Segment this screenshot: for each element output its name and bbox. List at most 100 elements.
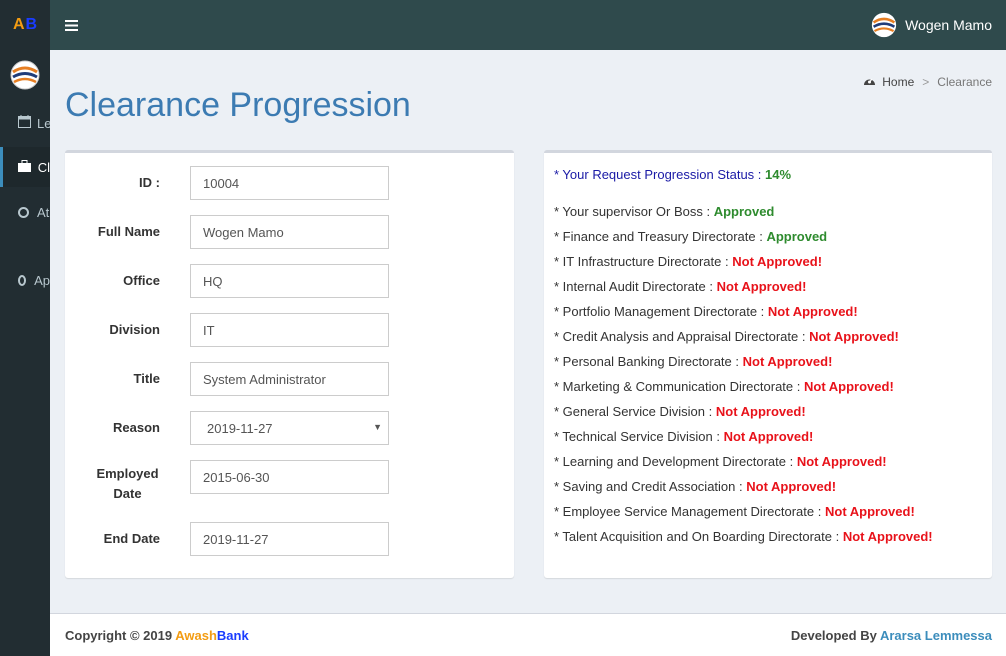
approval-status-item: * Personal Banking Directorate : Not App…	[554, 353, 933, 378]
footer: Copyright © 2019 AwashBank Developed By …	[50, 613, 1006, 656]
approval-state-badge: Not Approved!	[796, 454, 887, 469]
approval-state-badge: Approved	[713, 204, 775, 219]
approval-state-badge: Not Approved!	[824, 504, 915, 519]
sidebar-item-approval[interactable]: Ap	[0, 260, 50, 300]
approval-state-badge: Approved	[766, 229, 828, 244]
approval-status-item: * Technical Service Division : Not Appro…	[554, 428, 933, 453]
breadcrumb-current: Clearance	[937, 75, 992, 89]
progression-status-label: * Your Request Progression Status :	[554, 167, 762, 182]
approval-status-list: * Your supervisor Or Boss : Approved * Fi…	[554, 203, 933, 553]
approval-unit-name: * Your supervisor Or Boss :	[554, 204, 711, 219]
approval-state-badge: Not Approved!	[723, 429, 814, 444]
brand-name-part2[interactable]: Bank	[217, 628, 249, 643]
approval-status-item: * Marketing & Communication Directorate …	[554, 378, 933, 403]
id-field[interactable]: 10004	[190, 166, 389, 200]
breadcrumb-home-link[interactable]: Home	[882, 75, 914, 89]
division-field[interactable]: IT	[190, 313, 389, 347]
approval-status-item: * Employee Service Management Directorat…	[554, 503, 933, 528]
approval-status-item: * General Service Division : Not Approve…	[554, 403, 933, 428]
menu-toggle-icon[interactable]	[50, 15, 93, 36]
approval-status-item: * Internal Audit Directorate : Not Appro…	[554, 278, 933, 303]
sidebar: AB Le Cl At Ap	[0, 0, 50, 656]
form-row-employed-date: Employed Date 2015-06-30	[65, 460, 514, 508]
breadcrumb: Home > Clearance	[863, 75, 992, 89]
copyright: Copyright © 2019 AwashBank	[65, 628, 249, 643]
approval-state-badge: Not Approved!	[804, 379, 894, 394]
app-logo[interactable]: AB	[0, 0, 50, 50]
progression-status-header: * Your Request Progression Status : 14%	[554, 167, 791, 182]
office-field[interactable]: HQ	[190, 264, 389, 298]
user-avatar-icon	[871, 12, 897, 38]
sidebar-item-label: At	[37, 204, 50, 220]
approval-state-badge: Not Approved!	[767, 304, 858, 319]
dashboard-icon	[863, 75, 876, 89]
form-row-fullname: Full Name Wogen Mamo	[65, 215, 514, 249]
logo-letter-a: A	[12, 16, 25, 33]
sidebar-item-clearance[interactable]: Cl	[0, 147, 50, 187]
developed-by-text: Developed By	[790, 627, 877, 643]
approval-state-badge: Not Approved!	[746, 479, 837, 494]
fullname-field[interactable]: Wogen Mamo	[190, 215, 389, 249]
reason-select[interactable]: 2019-11-27 ▼	[190, 411, 389, 445]
employed-date-field[interactable]: 2015-06-30	[190, 460, 389, 494]
form-row-division: Division IT	[65, 313, 514, 347]
sidebar-item-attendance[interactable]: At	[0, 192, 50, 232]
title-field[interactable]: System Administrator	[190, 362, 389, 396]
dropdown-arrow-icon: ▼	[373, 422, 382, 432]
reason-selected-value: 2019-11-27	[207, 420, 273, 436]
breadcrumb-separator: >	[922, 75, 930, 89]
brand-name-part1[interactable]: Awash	[175, 628, 217, 643]
approval-unit-name: * Finance and Treasury Directorate :	[554, 229, 763, 244]
page-title: Clearance Progression	[65, 86, 411, 124]
sidebar-item-leave[interactable]: Le	[0, 103, 50, 143]
approval-status-item: * Portfolio Management Directorate : Not…	[554, 303, 933, 328]
approval-unit-name: * Technical Service Division :	[554, 429, 720, 444]
approval-status-item: * IT Infrastructure Directorate : Not Ap…	[554, 253, 933, 278]
approval-state-badge: Not Approved!	[742, 354, 833, 369]
briefcase-icon	[18, 159, 32, 175]
calendar-icon	[18, 115, 31, 131]
employee-info-panel: ID : 10004 Full Name Wogen Mamo Office H…	[65, 150, 514, 578]
approval-state-badge: Not Approved!	[715, 404, 806, 419]
approval-status-item: * Credit Analysis and Appraisal Director…	[554, 328, 933, 353]
approval-state-badge: Not Approved!	[842, 529, 933, 544]
approval-unit-name: * Personal Banking Directorate :	[554, 354, 739, 369]
user-menu[interactable]: Wogen Mamo	[871, 12, 1006, 38]
user-avatar-icon[interactable]	[10, 60, 40, 90]
approval-state-badge: Not Approved!	[716, 279, 807, 294]
sidebar-item-label: Ap	[34, 272, 50, 288]
approval-unit-name: * Marketing & Communication Directorate …	[554, 379, 801, 394]
user-name: Wogen Mamo	[905, 17, 992, 33]
approval-unit-name: * IT Infrastructure Directorate :	[554, 254, 729, 269]
approval-unit-name: * Portfolio Management Directorate :	[554, 304, 765, 319]
division-label: Division	[109, 322, 160, 337]
approval-state-badge: Not Approved!	[732, 254, 823, 269]
developer-credit: Developed By Ararsa Lemmessa	[791, 628, 992, 643]
approval-unit-name: * Credit Analysis and Appraisal Director…	[554, 329, 806, 344]
id-label: ID :	[139, 175, 160, 190]
sidebar-item-label: Le	[37, 115, 50, 131]
end-date-field[interactable]: 2019-11-27	[190, 522, 389, 556]
approval-status-item: * Saving and Credit Association : Not Ap…	[554, 478, 933, 503]
logo-letter-b: B	[25, 16, 38, 33]
approval-unit-name: * General Service Division :	[554, 404, 713, 419]
end-date-label: End Date	[103, 531, 160, 546]
circle-icon	[18, 274, 27, 286]
approval-unit-name: * Internal Audit Directorate :	[554, 279, 713, 294]
employed-date-label-line2: Date	[113, 486, 142, 501]
form-row-title: Title System Administrator	[65, 362, 514, 396]
title-label: Title	[133, 371, 161, 386]
approval-status-item: * Your supervisor Or Boss : Approved	[554, 203, 933, 228]
approval-unit-name: * Talent Acquisition and On Boarding Dir…	[554, 529, 840, 544]
employed-date-label-line1: Employed	[96, 466, 159, 481]
approval-status-item: * Learning and Development Directorate :…	[554, 453, 933, 478]
circle-icon	[18, 206, 29, 218]
developer-link[interactable]: Ararsa Lemmessa	[880, 628, 992, 643]
approval-unit-name: * Learning and Development Directorate :	[554, 454, 794, 469]
form-row-office: Office HQ	[65, 264, 514, 298]
approval-state-badge: Not Approved!	[809, 329, 899, 344]
form-row-end-date: End Date 2019-11-27	[65, 522, 514, 556]
form-row-reason: Reason 2019-11-27 ▼	[65, 411, 514, 445]
approval-status-item: * Finance and Treasury Directorate : App…	[554, 228, 933, 253]
approval-unit-name: * Saving and Credit Association :	[554, 479, 743, 494]
